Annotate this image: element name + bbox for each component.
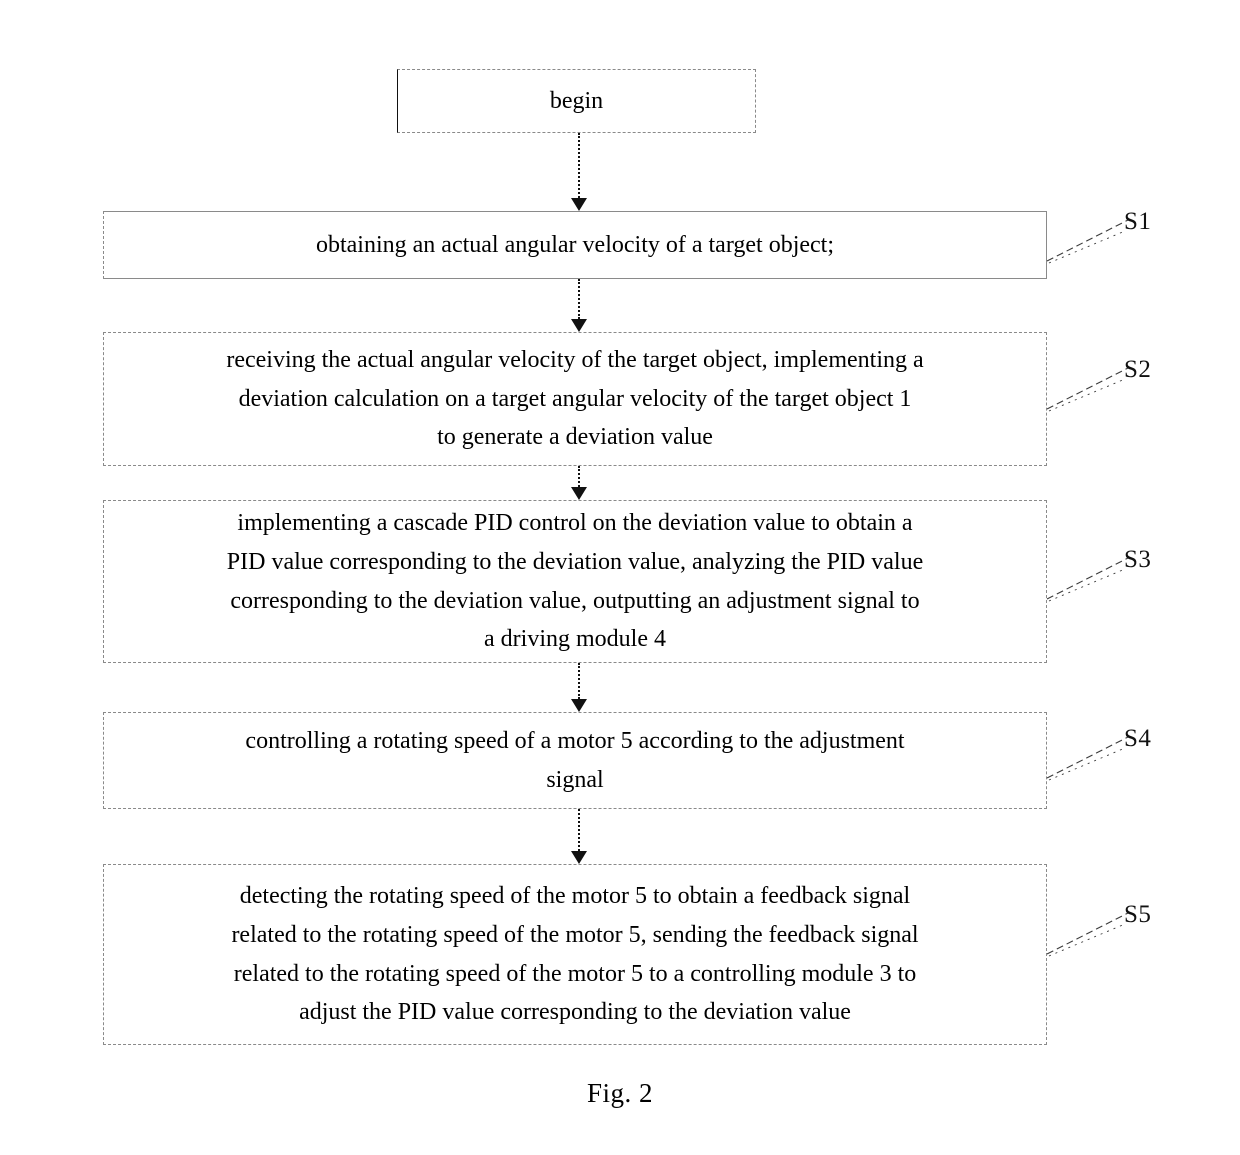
flowchart-node-s2-text: receiving the actual angular velocity of… [226, 346, 924, 451]
connector-s4-to-s5 [571, 809, 587, 864]
flowchart-node-s4-text: controlling a rotating speed of a motor … [245, 727, 905, 793]
step-label-s2: S2 [1124, 356, 1152, 383]
step-label-s3: S3 [1124, 546, 1152, 573]
step-label-s1: S1 [1124, 208, 1152, 235]
connector-stem [578, 466, 580, 487]
leader-line-s3 [1046, 556, 1131, 602]
leader-line-s4 [1046, 735, 1131, 781]
leader-line-s2 [1046, 366, 1131, 412]
connector-s1-to-s2 [571, 279, 587, 332]
flowchart-node-s3: implementing a cascade PID control on th… [103, 500, 1047, 663]
flowchart-node-s4: controlling a rotating speed of a motor … [103, 712, 1047, 809]
figure-page: begin obtaining an actual angular veloci… [0, 0, 1240, 1155]
connector-stem [578, 663, 580, 699]
flowchart-node-s1-text: obtaining an actual angular velocity of … [315, 231, 835, 258]
connector-stem [578, 279, 580, 319]
arrowhead-down-icon [571, 319, 587, 332]
flowchart-node-s3-text: implementing a cascade PID control on th… [226, 509, 924, 653]
connector-s3-to-s4 [571, 663, 587, 712]
flowchart-node-s5-text: detecting the rotating speed of the moto… [231, 882, 919, 1026]
figure-caption: Fig. 2 [586, 1078, 654, 1108]
connector-s2-to-s3 [571, 466, 587, 500]
connector-stem [578, 809, 580, 851]
arrowhead-down-icon [571, 851, 587, 864]
flowchart-node-begin: begin [397, 69, 756, 133]
step-label-s4: S4 [1124, 725, 1152, 752]
leader-line-s5 [1046, 911, 1131, 957]
flowchart-node-s1: obtaining an actual angular velocity of … [103, 211, 1047, 279]
arrowhead-down-icon [571, 487, 587, 500]
arrowhead-down-icon [571, 198, 587, 211]
flowchart-node-begin-text: begin [549, 87, 604, 114]
connector-stem [578, 133, 580, 198]
leader-line-s1 [1046, 218, 1131, 264]
flowchart-node-s5: detecting the rotating speed of the moto… [103, 864, 1047, 1045]
flowchart-node-s2: receiving the actual angular velocity of… [103, 332, 1047, 466]
arrowhead-down-icon [571, 699, 587, 712]
step-label-s5: S5 [1124, 901, 1152, 928]
connector-begin-to-s1 [571, 133, 587, 211]
